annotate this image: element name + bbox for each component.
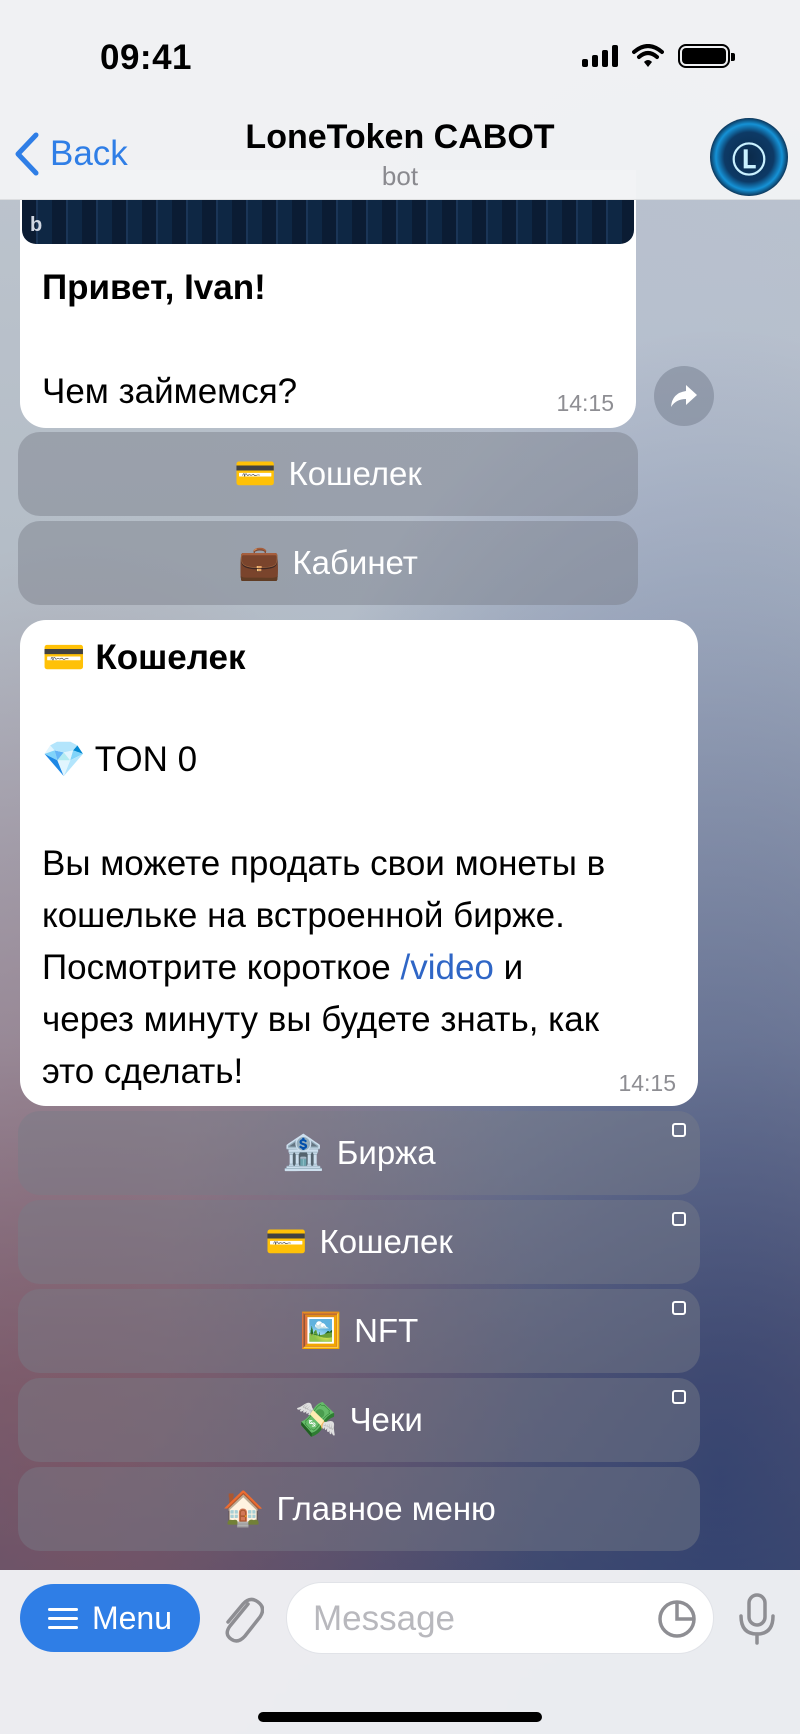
bing-logo-icon: b xyxy=(30,214,43,236)
share-arrow-icon xyxy=(671,385,697,407)
house-icon: 🏠 xyxy=(222,1490,265,1528)
status-bar: 09:41 xyxy=(0,0,800,110)
inline-button-label: NFT xyxy=(354,1312,419,1349)
inline-button-cabinet[interactable]: 💼 Кабинет xyxy=(18,521,638,605)
body-line: это сделать! xyxy=(42,1052,244,1091)
video-command-link[interactable]: /video xyxy=(400,948,493,987)
cellular-signal-icon xyxy=(582,45,618,67)
inline-button-main-menu[interactable]: 🏠 Главное меню xyxy=(18,1467,700,1551)
sticker-icon[interactable] xyxy=(657,1599,697,1639)
inline-button-label: Кабинет xyxy=(292,544,418,581)
credit-card-icon: 💳 xyxy=(234,455,277,493)
hamburger-icon xyxy=(47,1607,78,1629)
gem-icon: 💎 xyxy=(42,740,86,779)
body-text: Посмотрите короткое xyxy=(42,948,401,987)
message-bubble-greeting: b Привет, Ivan! Чем займемся? 14:15 xyxy=(20,170,636,428)
message-time: 14:15 xyxy=(556,390,614,416)
bank-icon: 🏦 xyxy=(282,1134,325,1172)
body-line: кошельке на встроенной бирже. xyxy=(42,896,565,935)
message-bubble-wallet: 💳 Кошелек 💎 TON 0 Вы можете продать свои… xyxy=(20,620,698,1106)
attach-paperclip-icon[interactable] xyxy=(218,1592,264,1646)
chat-subtitle: bot xyxy=(381,161,419,191)
message-time: 14:15 xyxy=(618,1070,676,1096)
message-image: b xyxy=(22,200,634,244)
microphone-icon[interactable] xyxy=(736,1592,778,1646)
inline-button-label: Кошелек xyxy=(288,455,422,492)
money-wings-icon: 💸 xyxy=(295,1401,338,1439)
chat-title: LoneToken CABOT xyxy=(245,118,555,156)
webapp-indicator-icon xyxy=(672,1301,686,1315)
question-text: Чем займемся? xyxy=(42,372,298,411)
inline-button-label: Чеки xyxy=(349,1401,423,1438)
body-line: Посмотрите короткое /video и xyxy=(42,942,605,994)
inline-button-label: Главное меню xyxy=(276,1490,496,1527)
menu-button[interactable]: Menu xyxy=(20,1584,200,1652)
inline-button-label: Биржа xyxy=(336,1134,436,1171)
credit-card-icon: 💳 xyxy=(265,1223,308,1261)
wallet-body: Вы можете продать свои монеты в кошельке… xyxy=(42,838,605,1098)
avatar-logo: Ⓛ xyxy=(732,141,766,180)
webapp-indicator-icon xyxy=(672,1212,686,1226)
body-line: через минуту вы будете знать, как xyxy=(42,1000,600,1039)
inline-button-wallet[interactable]: 💳 Кошелек xyxy=(18,432,638,516)
battery-icon xyxy=(678,44,735,68)
message-field[interactable] xyxy=(286,1582,714,1654)
briefcase-icon: 💼 xyxy=(238,544,281,582)
wallet-balance-text: TON 0 xyxy=(94,740,198,779)
inline-button-nft[interactable]: 🖼️ NFT xyxy=(18,1289,700,1373)
webapp-indicator-icon xyxy=(672,1390,686,1404)
menu-label: Menu xyxy=(91,1599,173,1636)
inline-button-wallet-2[interactable]: 💳 Кошелек xyxy=(18,1200,700,1284)
framed-picture-icon: 🖼️ xyxy=(299,1312,343,1350)
inline-button-label: Кошелек xyxy=(319,1223,453,1260)
wallet-heading-text: Кошелек xyxy=(95,638,246,677)
status-time: 09:41 xyxy=(100,38,193,77)
inline-button-exchange[interactable]: 🏦 Биржа xyxy=(18,1111,700,1195)
bot-avatar[interactable]: Ⓛ xyxy=(710,118,788,196)
credit-card-icon: 💳 xyxy=(42,638,86,677)
wifi-icon xyxy=(632,44,664,67)
status-icons xyxy=(582,44,735,68)
inline-button-checks[interactable]: 💸 Чеки xyxy=(18,1378,700,1462)
body-text: и xyxy=(493,948,524,987)
body-line: Вы можете продать свои монеты в xyxy=(42,844,606,883)
chat-title-block[interactable]: LoneToken CABOT bot xyxy=(0,118,800,192)
webapp-indicator-icon xyxy=(672,1123,686,1137)
wallet-balance: 💎 TON 0 xyxy=(42,734,197,786)
forward-button[interactable] xyxy=(654,366,714,426)
greeting-text: Привет, Ivan! xyxy=(42,268,266,307)
message-input-bar: Menu xyxy=(0,1570,800,1734)
wallet-heading: 💳 Кошелек xyxy=(42,632,245,684)
home-indicator xyxy=(258,1712,542,1722)
message-input[interactable] xyxy=(313,1597,643,1641)
